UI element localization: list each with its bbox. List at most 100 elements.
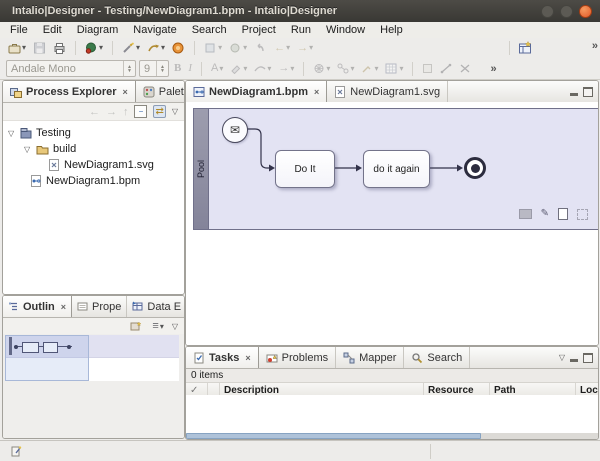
- forward-button[interactable]: → ▾: [295, 42, 315, 55]
- tab-newdiagram-bpm[interactable]: NewDiagram1.bpm ×: [186, 81, 327, 102]
- tree-item-svg-file[interactable]: NewDiagram1.svg: [3, 157, 184, 173]
- diagram-canvas[interactable]: Pool ✉ Do It: [186, 102, 598, 345]
- save-button[interactable]: [31, 41, 48, 55]
- grid-toggle-icon[interactable]: [519, 209, 532, 219]
- deploy-button[interactable]: ▾: [145, 41, 167, 55]
- minimize-view-button[interactable]: [570, 359, 578, 362]
- forward-button[interactable]: →: [106, 106, 117, 118]
- back-button[interactable]: ← ▾: [272, 42, 292, 55]
- menu-search[interactable]: Search: [192, 24, 227, 36]
- toolbar-separator: [112, 41, 113, 55]
- tab-tasks[interactable]: Tasks ×: [186, 347, 259, 368]
- external-tools-button[interactable]: ▾: [202, 41, 224, 55]
- editor-area: NewDiagram1.bpm × NewDiagram1.svg Pool: [185, 80, 599, 346]
- align-button[interactable]: [438, 62, 454, 75]
- close-window-button[interactable]: [579, 5, 592, 18]
- close-icon[interactable]: ×: [59, 302, 66, 312]
- fill-color-button[interactable]: ▾: [228, 62, 249, 75]
- open-perspective-button[interactable]: [516, 40, 534, 55]
- pen-icon[interactable]: ✎: [541, 209, 549, 219]
- tab-problems[interactable]: Problems: [259, 347, 336, 368]
- tab-data-editor[interactable]: Data E: [127, 296, 185, 317]
- tab-newdiagram-svg[interactable]: NewDiagram1.svg: [327, 81, 448, 102]
- maximize-window-button[interactable]: [560, 5, 573, 18]
- bpmn-pool[interactable]: Pool ✉ Do It: [193, 108, 599, 230]
- arrow-style-button[interactable]: → ▾: [276, 62, 296, 75]
- selection-box-icon[interactable]: [577, 209, 588, 220]
- toolbar-separator: [303, 62, 304, 76]
- new-wizard-button[interactable]: ▾: [6, 41, 28, 55]
- layout-button[interactable]: ▾: [359, 62, 380, 75]
- italic-button[interactable]: I: [186, 62, 194, 75]
- maximize-view-button[interactable]: [583, 87, 593, 97]
- process-explorer-icon: [10, 86, 22, 98]
- debug-button[interactable]: ▾: [227, 41, 249, 55]
- font-size-select[interactable]: 9 ▲▼: [139, 60, 169, 77]
- expander-icon[interactable]: ▽: [8, 129, 16, 138]
- scrollbar-thumb[interactable]: [186, 433, 481, 439]
- pool-body[interactable]: ✉ Do It do it again ✎: [209, 109, 598, 229]
- link-with-editor-button[interactable]: ⇄: [153, 105, 165, 118]
- tab-properties[interactable]: Prope: [72, 296, 127, 317]
- start-event[interactable]: ✉: [222, 117, 248, 143]
- toolbar-overflow-button[interactable]: »: [592, 40, 598, 52]
- up-button[interactable]: ↑: [123, 106, 129, 118]
- tasks-table-body[interactable]: [186, 395, 598, 433]
- line-style-button[interactable]: ▾: [252, 62, 273, 75]
- effects-button[interactable]: ▾: [311, 62, 332, 75]
- back-button[interactable]: ←: [89, 106, 100, 118]
- tree-item-bpm-file[interactable]: NewDiagram1.bpm: [3, 173, 184, 189]
- minimize-view-button[interactable]: [570, 93, 578, 96]
- tab-label: Search: [427, 352, 462, 364]
- tab-process-explorer[interactable]: Process Explorer ×: [3, 81, 136, 102]
- menu-window[interactable]: Window: [326, 24, 365, 36]
- toolbar-overflow-button[interactable]: »: [490, 63, 496, 75]
- font-family-select[interactable]: Andale Mono ▲▼: [6, 60, 136, 77]
- bold-button[interactable]: B: [172, 62, 183, 75]
- task-do-it-again[interactable]: do it again: [363, 150, 430, 188]
- end-event[interactable]: [464, 157, 486, 179]
- menu-project[interactable]: Project: [242, 24, 276, 36]
- collapse-all-button[interactable]: −: [134, 105, 147, 118]
- view-menu-button[interactable]: ▽: [172, 107, 178, 116]
- viewport-rectangle[interactable]: [5, 335, 89, 381]
- window-title: Intalio|Designer - Testing/NewDiagram1.b…: [12, 5, 337, 17]
- validate-button[interactable]: ▾: [83, 41, 105, 55]
- tab-outline[interactable]: Outlin ×: [3, 296, 72, 317]
- distribute-button[interactable]: [457, 62, 473, 75]
- menu-run[interactable]: Run: [291, 24, 311, 36]
- wizard-tool-button[interactable]: ▾: [120, 41, 142, 55]
- menu-help[interactable]: Help: [380, 24, 403, 36]
- pool-label-bar[interactable]: Pool: [194, 109, 209, 229]
- tab-palette[interactable]: Palette: [136, 81, 185, 102]
- menu-diagram[interactable]: Diagram: [77, 24, 119, 36]
- minimize-window-button[interactable]: [541, 5, 554, 18]
- grid-button[interactable]: ▾: [383, 62, 405, 75]
- maximize-view-button[interactable]: [583, 353, 593, 363]
- undo-button[interactable]: [252, 41, 269, 55]
- close-icon[interactable]: ×: [243, 353, 250, 363]
- view-menu-button[interactable]: ▽: [172, 322, 178, 331]
- page-icon[interactable]: [558, 208, 568, 220]
- close-icon[interactable]: ×: [312, 87, 319, 97]
- menu-file[interactable]: File: [10, 24, 28, 36]
- tab-search[interactable]: Search: [404, 347, 470, 368]
- menu-navigate[interactable]: Navigate: [133, 24, 176, 36]
- horizontal-scrollbar[interactable]: [186, 433, 598, 439]
- font-color-button[interactable]: A ▾: [209, 62, 225, 75]
- status-edit-button[interactable]: [8, 444, 24, 459]
- task-do-it[interactable]: Do It: [275, 150, 335, 188]
- connection-button[interactable]: ▾: [335, 62, 356, 75]
- tab-mapper[interactable]: Mapper: [336, 347, 404, 368]
- paste-style-button[interactable]: [420, 62, 435, 75]
- menu-edit[interactable]: Edit: [43, 24, 62, 36]
- close-icon[interactable]: ×: [121, 87, 128, 97]
- view-menu-button[interactable]: ▽: [559, 353, 565, 362]
- process-server-button[interactable]: [170, 41, 187, 55]
- overview-mode-button[interactable]: [128, 320, 144, 333]
- list-mode-button[interactable]: ≡ ▾: [150, 320, 165, 333]
- tree-item-build[interactable]: ▽ build: [3, 141, 184, 157]
- print-button[interactable]: [51, 41, 68, 55]
- expander-icon[interactable]: ▽: [24, 145, 32, 154]
- tree-item-testing[interactable]: ▽ Testing: [3, 125, 184, 141]
